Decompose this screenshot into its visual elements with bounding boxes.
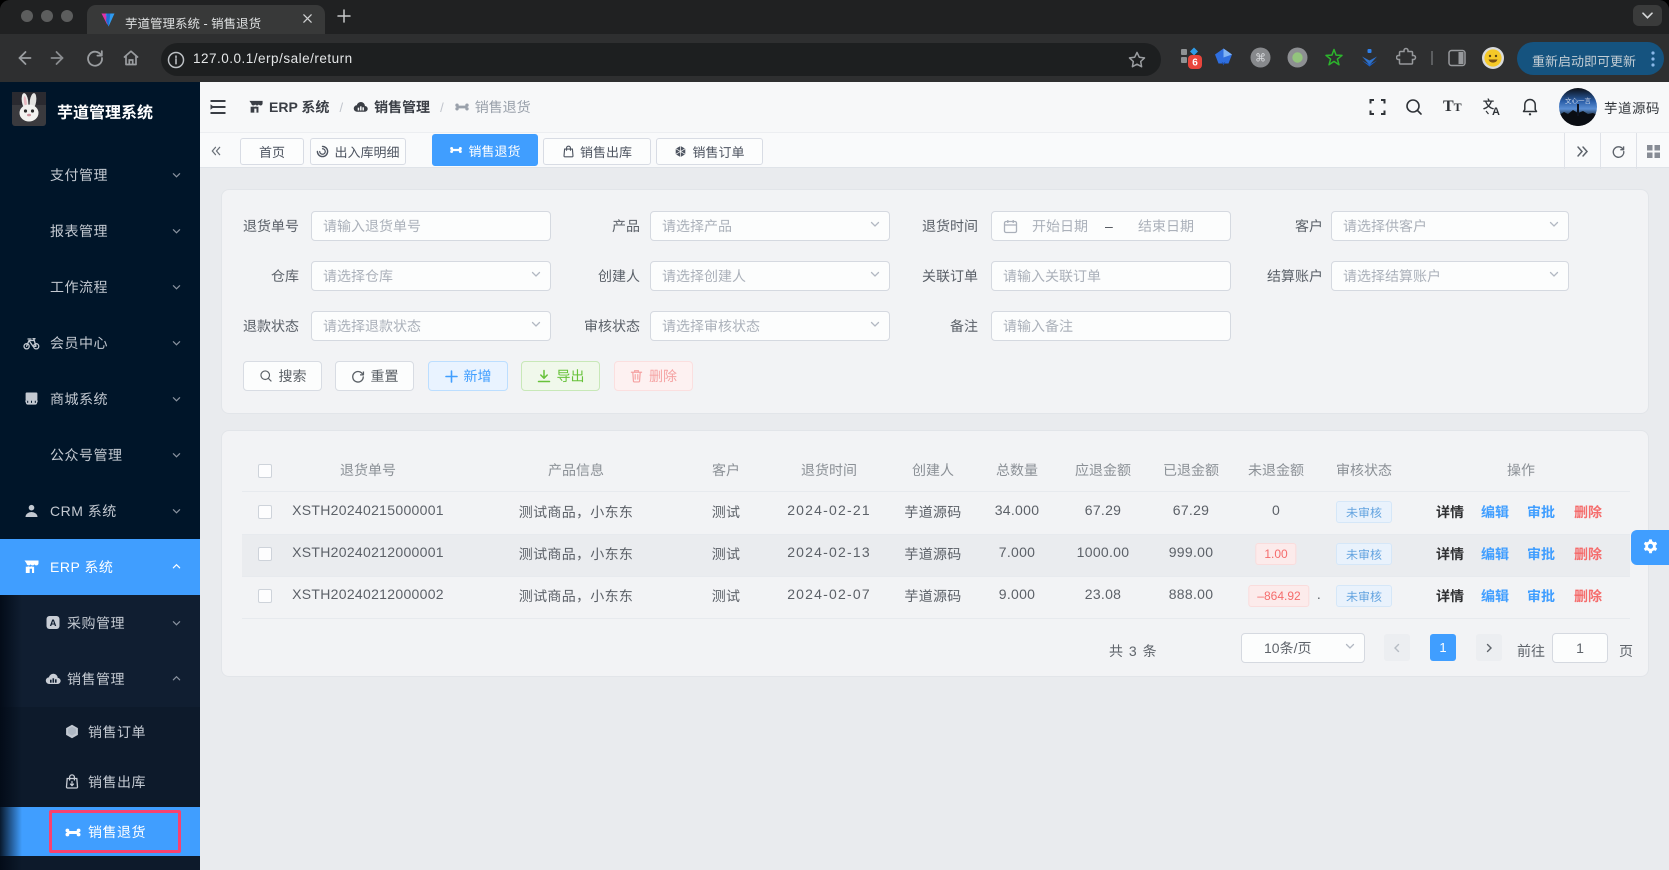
svg-text:6: 6 [1192, 58, 1198, 69]
svg-text:⌘: ⌘ [1255, 53, 1266, 65]
svg-text:文心一言: 文心一言 [1565, 96, 1592, 105]
svg-text:A: A [50, 618, 57, 629]
svg-text:A: A [1492, 106, 1500, 116]
